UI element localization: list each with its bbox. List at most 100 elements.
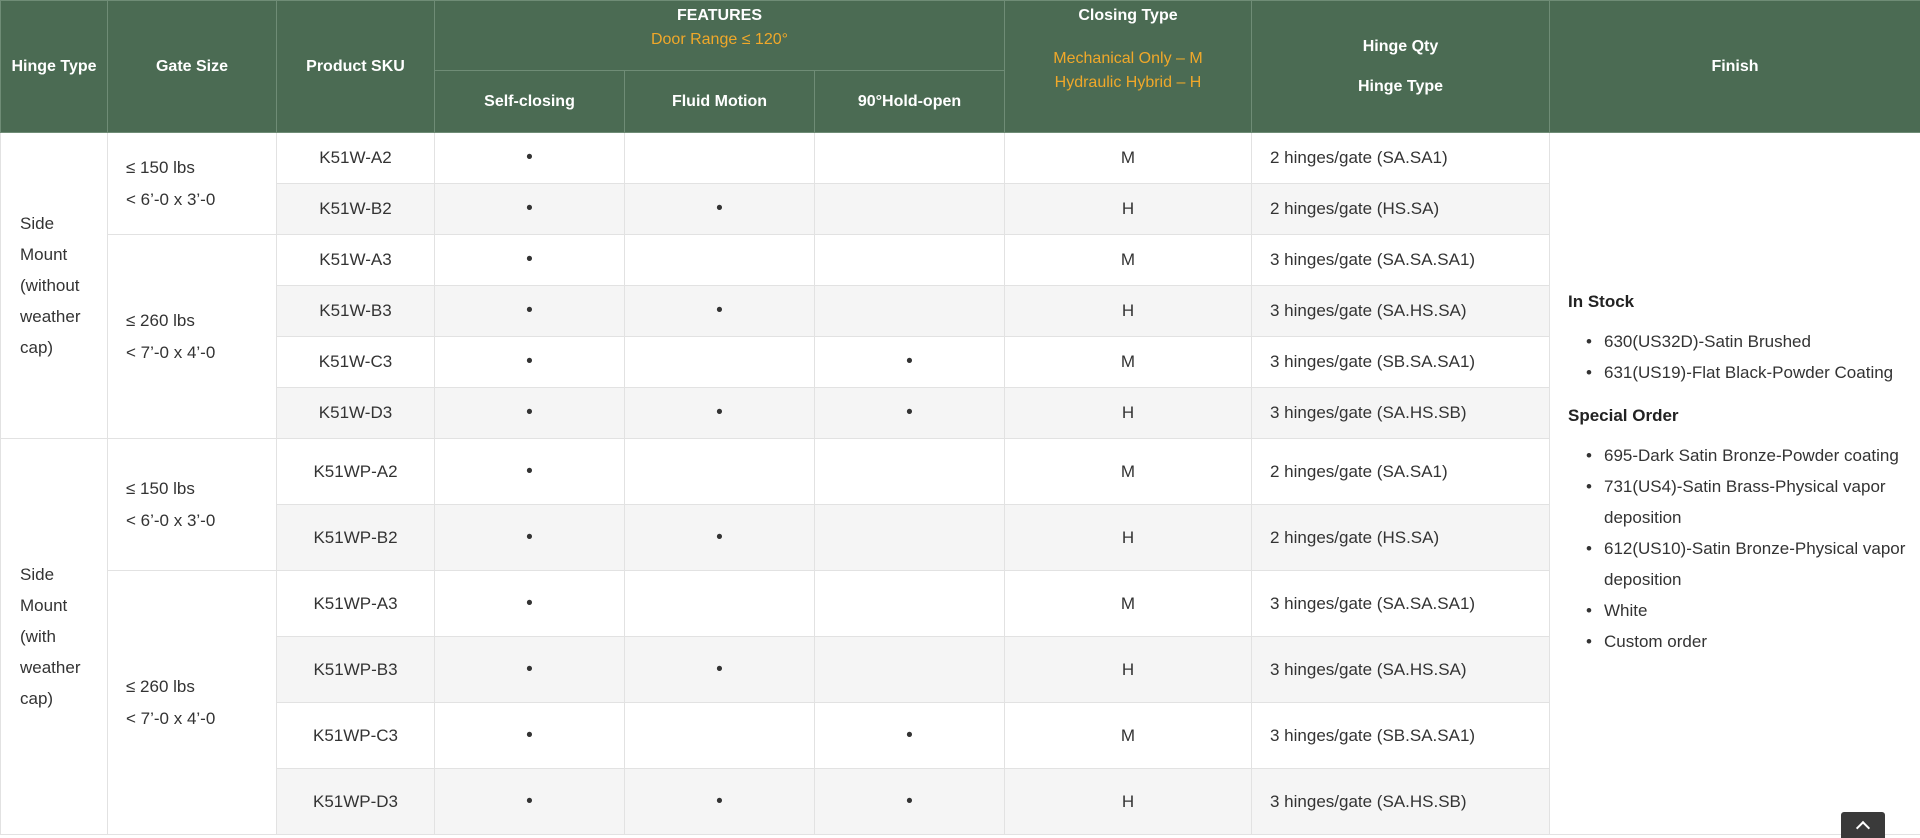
header-product-sku: Product SKU xyxy=(277,1,435,133)
bullet-icon: • xyxy=(906,791,913,812)
closing-m-label: Mechanical Only – M xyxy=(1011,47,1245,71)
hold-open-cell xyxy=(815,235,1005,286)
bullet-icon: • xyxy=(716,659,723,680)
hinge-qty-cell: 3 hinges/gate (SB.SA.SA1) xyxy=(1252,703,1550,769)
header-hinge-qty: Hinge Qty Hinge Type xyxy=(1252,1,1550,133)
features-label: FEATURES xyxy=(677,7,762,24)
sku-cell: K51WP-A3 xyxy=(277,571,435,637)
hold-open-cell xyxy=(815,637,1005,703)
header-finish: Finish xyxy=(1550,1,1920,133)
in-stock-title: In Stock xyxy=(1568,292,1910,312)
bullet-icon: • xyxy=(716,791,723,812)
fluid-motion-cell xyxy=(625,235,815,286)
finish-cell: In Stock630(US32D)-Satin Brushed631(US19… xyxy=(1550,133,1920,835)
bullet-icon: • xyxy=(906,725,913,746)
self-closing-cell: • xyxy=(435,439,625,505)
header-fluid-motion: Fluid Motion xyxy=(625,71,815,133)
self-closing-cell: • xyxy=(435,571,625,637)
gate-size-cell: ≤ 260 lbs< 7’-0 x 4’-0 xyxy=(108,571,277,835)
closing-type-cell: H xyxy=(1005,769,1252,835)
gate-weight: ≤ 260 lbs xyxy=(126,671,276,703)
bullet-icon: • xyxy=(526,402,533,423)
scroll-to-top-button[interactable] xyxy=(1841,812,1885,838)
closing-type-cell: M xyxy=(1005,571,1252,637)
fluid-motion-cell: • xyxy=(625,184,815,235)
list-item: 695-Dark Satin Bronze-Powder coating xyxy=(1586,440,1910,471)
closing-type-cell: M xyxy=(1005,703,1252,769)
self-closing-cell: • xyxy=(435,133,625,184)
special-order-list: 695-Dark Satin Bronze-Powder coating731(… xyxy=(1568,440,1910,657)
closing-type-cell: H xyxy=(1005,505,1252,571)
hinge-qty-label: Hinge Qty xyxy=(1258,38,1543,56)
hinge-qty-cell: 3 hinges/gate (SA.HS.SB) xyxy=(1252,388,1550,439)
gate-dimensions: < 7’-0 x 4’-0 xyxy=(126,337,276,369)
fluid-motion-cell: • xyxy=(625,505,815,571)
closing-type-cell: H xyxy=(1005,184,1252,235)
hinge-qty-cell: 3 hinges/gate (SB.SA.SA1) xyxy=(1252,337,1550,388)
hold-open-cell xyxy=(815,571,1005,637)
bullet-icon: • xyxy=(526,527,533,548)
closing-type-cell: H xyxy=(1005,637,1252,703)
closing-type-cell: M xyxy=(1005,439,1252,505)
hinge-qty-cell: 3 hinges/gate (SA.HS.SA) xyxy=(1252,286,1550,337)
spec-table: Hinge Type Gate Size Product SKU FEATURE… xyxy=(0,0,1920,835)
bullet-icon: • xyxy=(716,300,723,321)
gate-size-cell: ≤ 150 lbs< 6’-0 x 3’-0 xyxy=(108,133,277,235)
hinge-type-label-2: Hinge Type xyxy=(1258,78,1543,96)
fluid-motion-cell xyxy=(625,133,815,184)
header-gate-size: Gate Size xyxy=(108,1,277,133)
bullet-icon: • xyxy=(716,198,723,219)
special-order-title: Special Order xyxy=(1568,406,1910,426)
hinge-qty-cell: 2 hinges/gate (SA.SA1) xyxy=(1252,439,1550,505)
gate-size-cell: ≤ 260 lbs< 7’-0 x 4’-0 xyxy=(108,235,277,439)
hinge-qty-cell: 3 hinges/gate (SA.SA.SA1) xyxy=(1252,571,1550,637)
hold-open-cell xyxy=(815,286,1005,337)
header-hold-open: 90°Hold-open xyxy=(815,71,1005,133)
chevron-up-icon xyxy=(1856,821,1870,835)
hold-open-cell: • xyxy=(815,388,1005,439)
hinge-qty-cell: 2 hinges/gate (SA.SA1) xyxy=(1252,133,1550,184)
gate-dimensions: < 6’-0 x 3’-0 xyxy=(126,184,276,216)
bullet-icon: • xyxy=(526,725,533,746)
self-closing-cell: • xyxy=(435,388,625,439)
bullet-icon: • xyxy=(526,659,533,680)
bullet-icon: • xyxy=(526,198,533,219)
bullet-icon: • xyxy=(526,300,533,321)
header-closing-type: Closing Type Mechanical Only – M Hydraul… xyxy=(1005,1,1252,133)
list-item: 631(US19)-Flat Black-Powder Coating xyxy=(1586,357,1910,388)
self-closing-cell: • xyxy=(435,184,625,235)
sku-cell: K51WP-C3 xyxy=(277,703,435,769)
hold-open-cell xyxy=(815,505,1005,571)
hold-open-cell xyxy=(815,184,1005,235)
bullet-icon: • xyxy=(716,527,723,548)
sku-cell: K51W-B3 xyxy=(277,286,435,337)
self-closing-cell: • xyxy=(435,703,625,769)
fluid-motion-cell xyxy=(625,703,815,769)
hold-open-cell: • xyxy=(815,769,1005,835)
bullet-icon: • xyxy=(526,351,533,372)
hold-open-cell: • xyxy=(815,337,1005,388)
closing-type-label: Closing Type xyxy=(1011,7,1245,25)
hold-open-cell: • xyxy=(815,703,1005,769)
door-range-label: Door Range ≤ 120° xyxy=(441,28,998,52)
fluid-motion-cell: • xyxy=(625,286,815,337)
fluid-motion-cell xyxy=(625,439,815,505)
bullet-icon: • xyxy=(526,249,533,270)
bullet-icon: • xyxy=(906,402,913,423)
closing-type-cell: M xyxy=(1005,337,1252,388)
hold-open-cell xyxy=(815,439,1005,505)
sku-cell: K51W-C3 xyxy=(277,337,435,388)
sku-cell: K51WP-A2 xyxy=(277,439,435,505)
bullet-icon: • xyxy=(526,147,533,168)
fluid-motion-cell xyxy=(625,337,815,388)
sku-cell: K51W-A2 xyxy=(277,133,435,184)
fluid-motion-cell xyxy=(625,571,815,637)
bullet-icon: • xyxy=(526,461,533,482)
self-closing-cell: • xyxy=(435,286,625,337)
hinge-qty-cell: 3 hinges/gate (SA.HS.SA) xyxy=(1252,637,1550,703)
closing-type-cell: H xyxy=(1005,286,1252,337)
header-features: FEATURES Door Range ≤ 120° xyxy=(435,1,1005,71)
closing-type-cell: M xyxy=(1005,133,1252,184)
hinge-qty-cell: 2 hinges/gate (HS.SA) xyxy=(1252,184,1550,235)
gate-dimensions: < 6’-0 x 3’-0 xyxy=(126,505,276,537)
